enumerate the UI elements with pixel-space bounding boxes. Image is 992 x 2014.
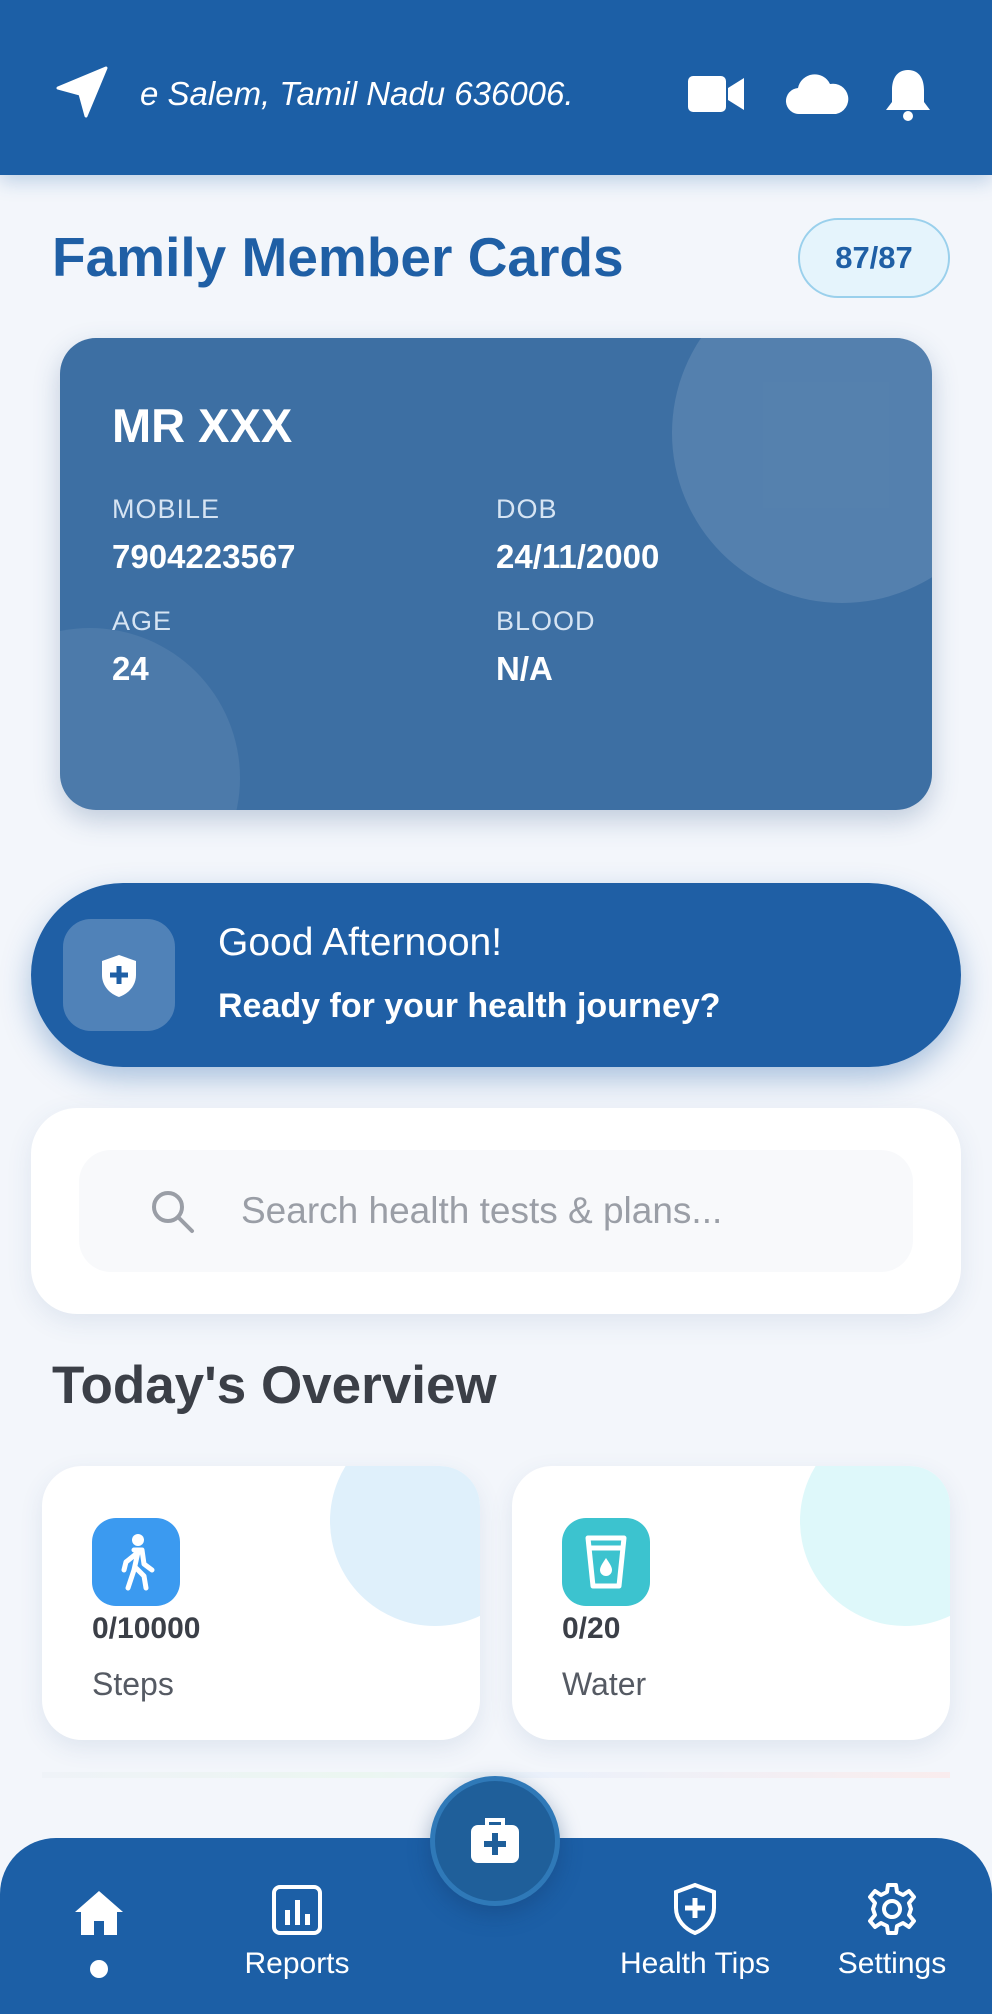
- steps-value: 0/10000: [92, 1612, 201, 1645]
- nav-settings[interactable]: Settings: [830, 1882, 954, 1981]
- mobile-value: 7904223567: [112, 538, 296, 575]
- search-card: [31, 1108, 961, 1314]
- medical-kit-button[interactable]: [430, 1776, 560, 1906]
- member-name: MR XXX: [112, 399, 293, 452]
- card-decoration: [800, 1466, 950, 1626]
- card-decoration: [330, 1466, 480, 1626]
- blood-label: BLOOD: [496, 606, 596, 636]
- cloud-icon[interactable]: [784, 66, 850, 122]
- water-label: Water: [562, 1666, 647, 1702]
- nav-home[interactable]: [70, 1888, 128, 1943]
- water-card[interactable]: 0/20 Water: [512, 1466, 950, 1740]
- search-input[interactable]: [239, 1180, 859, 1242]
- shield-icon-box: [63, 919, 175, 1031]
- navigation-arrow-icon[interactable]: [52, 62, 112, 122]
- steps-label: Steps: [92, 1666, 174, 1702]
- dob-label: DOB: [496, 494, 558, 524]
- section-title: Family Member Cards: [52, 226, 624, 288]
- bar-chart-icon: [272, 1885, 322, 1935]
- dob-value: 24/11/2000: [496, 538, 660, 575]
- gear-icon: [868, 1883, 916, 1935]
- age-label: AGE: [112, 606, 173, 636]
- member-card[interactable]: MR XXX MOBILE 7904223567 DOB 24/11/2000 …: [60, 338, 932, 810]
- water-value: 0/20: [562, 1612, 621, 1645]
- steps-card[interactable]: 0/10000 Steps: [42, 1466, 480, 1740]
- shield-plus-icon: [674, 1882, 716, 1936]
- active-indicator: [90, 1960, 108, 1978]
- overview-title: Today's Overview: [52, 1356, 497, 1415]
- nav-reports[interactable]: Reports: [226, 1884, 368, 1981]
- member-count-badge: 87/87: [798, 218, 950, 298]
- video-camera-icon[interactable]: [686, 66, 746, 122]
- greeting-banner: Good Afternoon! Ready for your health jo…: [31, 883, 961, 1067]
- nav-settings-label: Settings: [837, 1947, 947, 1980]
- greeting-subtitle: Ready for your health journey?: [218, 987, 721, 1025]
- search-bar[interactable]: [79, 1150, 913, 1272]
- water-glass-icon: [585, 1535, 627, 1589]
- card-decoration: [672, 338, 932, 603]
- mobile-label: MOBILE: [112, 494, 221, 524]
- nav-health-tips[interactable]: Health Tips: [610, 1882, 780, 1981]
- top-header: e Salem, Tamil Nadu 636006.: [0, 0, 992, 175]
- nav-reports-label: Reports: [244, 1947, 350, 1980]
- greeting-title: Good Afternoon!: [218, 921, 503, 964]
- card-decoration: [60, 628, 240, 810]
- blood-value: N/A: [496, 650, 553, 687]
- walking-person-icon: [121, 1534, 155, 1591]
- shield-plus-icon: [102, 955, 136, 997]
- age-value: 24: [112, 650, 149, 687]
- steps-icon-box: [92, 1518, 180, 1606]
- home-icon: [75, 1891, 123, 1935]
- bell-icon[interactable]: [882, 66, 934, 122]
- search-icon: [152, 1191, 194, 1233]
- medical-kit-icon: [471, 1818, 519, 1863]
- nav-health-tips-label: Health Tips: [619, 1947, 771, 1980]
- water-icon-box: [562, 1518, 650, 1606]
- current-location[interactable]: e Salem, Tamil Nadu 636006.: [140, 70, 640, 118]
